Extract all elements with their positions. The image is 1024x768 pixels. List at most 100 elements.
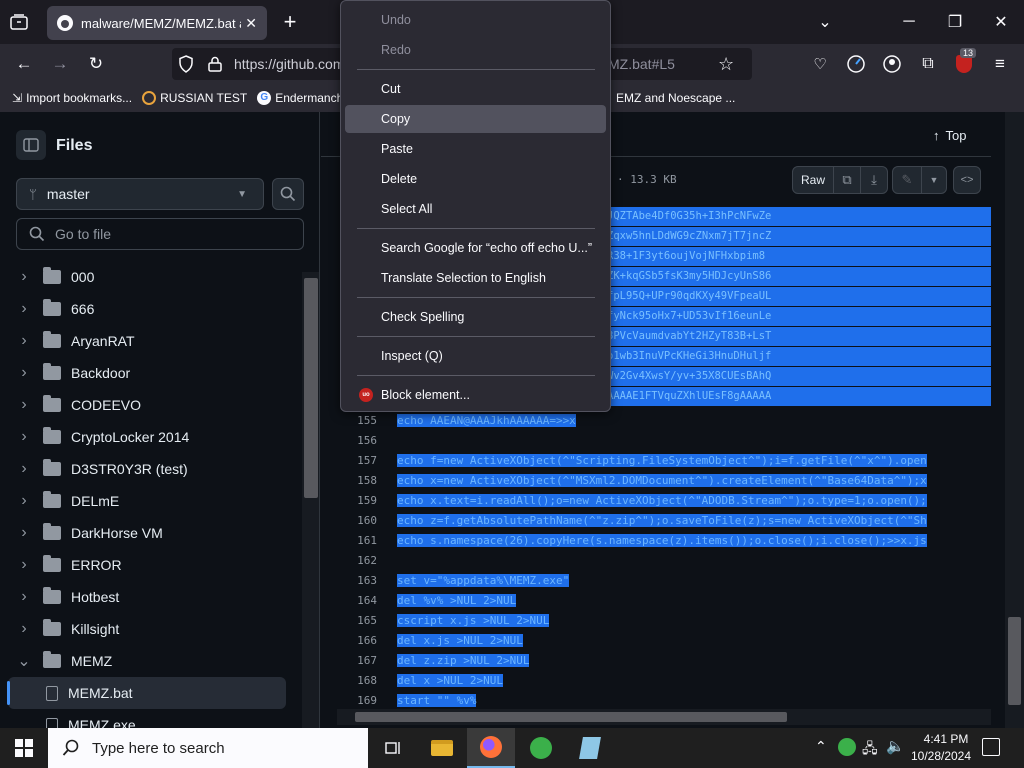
- chevron-right-icon[interactable]: ›: [17, 300, 31, 318]
- tree-folder-item[interactable]: › DarkHorse VM: [0, 517, 300, 549]
- code-line[interactable]: 163 set v="%appdata%\MEMZ.exe": [337, 570, 991, 590]
- bookmark-star-icon[interactable]: ☆: [718, 54, 734, 75]
- bookmark-endermanch[interactable]: G Endermanch: [257, 91, 343, 105]
- chevron-right-icon[interactable]: ›: [17, 492, 31, 510]
- line-number[interactable]: 160: [337, 514, 397, 527]
- chevron-right-icon[interactable]: ›: [17, 588, 31, 606]
- lock-icon[interactable]: [208, 56, 222, 72]
- chevron-right-icon[interactable]: ›: [17, 556, 31, 574]
- bookmark-memz[interactable]: EMZ and Noescape ...: [616, 91, 735, 105]
- code-line[interactable]: 162: [337, 550, 991, 570]
- tree-file-item[interactable]: MEMZ.exe: [0, 709, 300, 728]
- tab-list-icon[interactable]: [8, 11, 30, 33]
- chevron-right-icon[interactable]: ›: [17, 428, 31, 446]
- firefox-icon[interactable]: [467, 728, 515, 768]
- copy-raw-button[interactable]: ⧉: [833, 166, 861, 194]
- code-scrollbar[interactable]: [1005, 112, 1024, 728]
- hamburger-menu-icon[interactable]: ≡: [986, 50, 1014, 78]
- maximize-button[interactable]: ❐: [932, 0, 978, 44]
- line-number[interactable]: 155: [337, 414, 397, 427]
- chevron-right-icon[interactable]: ›: [17, 332, 31, 350]
- code-line[interactable]: 164 del %v% >NUL 2>NUL: [337, 590, 991, 610]
- code-line[interactable]: 167 del z.zip >NUL 2>NUL: [337, 650, 991, 670]
- clock-time[interactable]: 4:41 PM: [916, 732, 976, 746]
- menu-item-search-google-for-echo-off-ech[interactable]: Search Google for “echo off echo U...”: [345, 234, 606, 262]
- line-number[interactable]: 169: [337, 694, 397, 707]
- tree-folder-item[interactable]: › ERROR: [0, 549, 300, 581]
- branch-selector[interactable]: ᛘ master ▼: [16, 178, 264, 210]
- search-code-button[interactable]: [272, 178, 304, 210]
- sidebar-scrollbar[interactable]: [302, 272, 319, 728]
- chevron-down-icon[interactable]: ⌄: [17, 651, 31, 671]
- menu-item-inspect-q[interactable]: Inspect (Q): [345, 342, 606, 370]
- bookmark-import[interactable]: ⇲ Import bookmarks...: [12, 91, 132, 105]
- raw-button[interactable]: Raw: [792, 166, 834, 194]
- code-line[interactable]: 165 cscript x.js >NUL 2>NUL: [337, 610, 991, 630]
- active-tab[interactable]: malware/MEMZ/MEMZ.bat at m ✕: [47, 6, 267, 40]
- edit-button[interactable]: ✎: [892, 166, 922, 194]
- clock-date[interactable]: 10/28/2024: [906, 749, 976, 763]
- line-number[interactable]: 163: [337, 574, 397, 587]
- line-number[interactable]: 157: [337, 454, 397, 467]
- chevron-right-icon[interactable]: ›: [17, 460, 31, 478]
- extensions-puzzle-icon[interactable]: ⧉: [914, 50, 942, 78]
- code-line[interactable]: 156: [337, 430, 991, 450]
- line-number[interactable]: 168: [337, 674, 397, 687]
- line-number[interactable]: 158: [337, 474, 397, 487]
- download-button[interactable]: ⤓: [860, 166, 888, 194]
- line-number[interactable]: 166: [337, 634, 397, 647]
- tray-overflow-chevron-icon[interactable]: ⌃: [815, 738, 827, 755]
- volume-icon[interactable]: 🔈: [886, 737, 905, 755]
- close-window-button[interactable]: ✕: [978, 0, 1024, 44]
- notification-center-icon[interactable]: [982, 738, 1000, 756]
- chevron-right-icon[interactable]: ›: [17, 268, 31, 286]
- speed-dial-icon[interactable]: [842, 50, 870, 78]
- menu-item-block-element[interactable]: uo Block element...: [345, 381, 606, 409]
- tree-folder-item[interactable]: › CryptoLocker 2014: [0, 421, 300, 453]
- code-line[interactable]: 158 echo x=new ActiveXObject(^"MSXml2.DOM…: [337, 470, 991, 490]
- tree-folder-item[interactable]: › Hotbest: [0, 581, 300, 613]
- bookmark-russian-test[interactable]: RUSSIAN TEST: [142, 91, 247, 105]
- line-number[interactable]: 161: [337, 534, 397, 547]
- ublock-extension-icon[interactable]: 13: [950, 48, 978, 78]
- messenger-app-icon[interactable]: [517, 728, 565, 768]
- tree-folder-item[interactable]: › 666: [0, 293, 300, 325]
- tree-folder-item[interactable]: › D3STR0Y3R (test): [0, 453, 300, 485]
- tree-folder-item[interactable]: › DELmE: [0, 485, 300, 517]
- minimize-button[interactable]: ─: [886, 0, 932, 44]
- line-number[interactable]: 156: [337, 434, 397, 447]
- tab-close-icon[interactable]: ✕: [245, 15, 257, 32]
- code-line[interactable]: 160 echo z=f.getAbsolutePathName(^"z.zip^…: [337, 510, 991, 530]
- menu-item-check-spelling[interactable]: Check Spelling: [345, 303, 606, 331]
- line-number[interactable]: 159: [337, 494, 397, 507]
- symbols-panel-button[interactable]: <>: [953, 166, 981, 194]
- menu-item-delete[interactable]: Delete: [345, 165, 606, 193]
- chevron-right-icon[interactable]: ›: [17, 364, 31, 382]
- back-button[interactable]: ←: [10, 50, 38, 78]
- tray-user-icon[interactable]: [838, 738, 856, 756]
- new-tab-button[interactable]: +: [278, 8, 302, 36]
- start-button[interactable]: [0, 728, 48, 768]
- menu-item-cut[interactable]: Cut: [345, 75, 606, 103]
- code-line[interactable]: 159 echo x.text=i.readAll();o=new ActiveX…: [337, 490, 991, 510]
- menu-item-translate-selection-to-english[interactable]: Translate Selection to English: [345, 264, 606, 292]
- menu-item-copy[interactable]: Copy: [345, 105, 606, 133]
- reload-button[interactable]: ↻: [82, 50, 110, 78]
- line-number[interactable]: 164: [337, 594, 397, 607]
- tree-folder-item[interactable]: › 000: [0, 261, 300, 293]
- tree-folder-item[interactable]: › Backdoor: [0, 357, 300, 389]
- file-explorer-icon[interactable]: [418, 728, 466, 768]
- menu-item-paste[interactable]: Paste: [345, 135, 606, 163]
- tab-overflow-chevron-icon[interactable]: ⌄: [802, 0, 848, 44]
- edit-dropdown-button[interactable]: ▼: [921, 166, 947, 194]
- menu-item-select-all[interactable]: Select All: [345, 195, 606, 223]
- chevron-right-icon[interactable]: ›: [17, 524, 31, 542]
- line-number[interactable]: 165: [337, 614, 397, 627]
- chevron-right-icon[interactable]: ›: [17, 396, 31, 414]
- horizontal-scrollbar[interactable]: [337, 709, 991, 725]
- code-line[interactable]: 169 start "" %v%: [337, 690, 991, 710]
- collapse-sidebar-button[interactable]: [16, 130, 46, 160]
- code-line[interactable]: 155 echo AAEAN@AAAJkhAAAAAA=>>x: [337, 410, 991, 430]
- top-link[interactable]: ↑ Top: [933, 128, 966, 143]
- tree-file-item[interactable]: MEMZ.bat: [7, 677, 286, 709]
